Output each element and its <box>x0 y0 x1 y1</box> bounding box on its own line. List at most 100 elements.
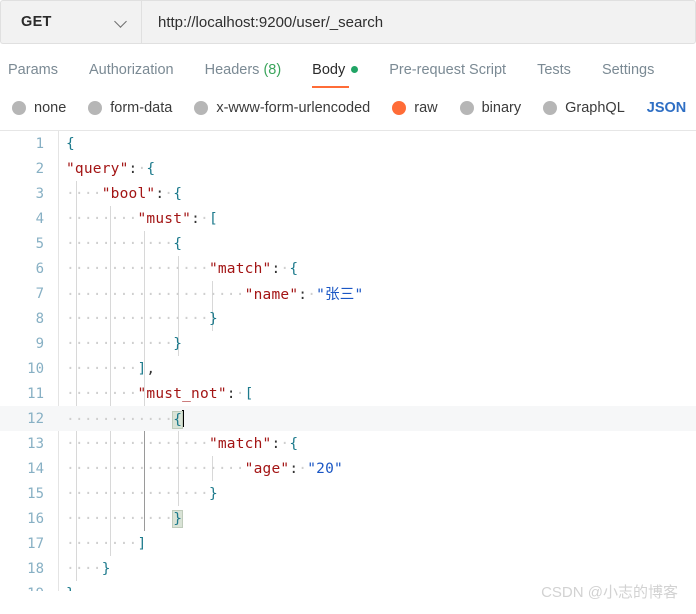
whitespace-dots: ···· <box>101 260 138 277</box>
code-token: · <box>298 460 308 477</box>
line-number: 12 <box>27 410 44 427</box>
whitespace-dots: ···· <box>173 310 209 327</box>
radio-icon <box>392 101 407 115</box>
code-token: · <box>235 385 245 402</box>
tab-body[interactable]: Body <box>312 62 359 88</box>
code-token: } <box>208 485 218 502</box>
tab-settings[interactable]: Settings <box>601 61 655 89</box>
whitespace-dots: ···· <box>66 260 102 277</box>
url-input[interactable]: http://localhost:9200/user/_search <box>141 0 696 44</box>
code-line[interactable]: 15 ················} <box>0 481 696 506</box>
code-token: : <box>226 385 236 402</box>
whitespace-dots: ···· <box>208 460 245 477</box>
code-line-text: ················} <box>48 311 696 327</box>
body-format-dropdown[interactable]: JSON <box>647 100 687 116</box>
whitespace-dots: ···· <box>173 460 209 477</box>
whitespace-dots: ···· <box>101 485 138 502</box>
code-line[interactable]: 11 ········"must_not":·[ <box>0 381 696 406</box>
radio-icon <box>194 101 209 115</box>
tab-label: Tests <box>537 61 571 78</box>
body-type-x-www-form-urlencoded[interactable]: x-www-form-urlencoded <box>194 100 370 116</box>
code-token: { <box>289 260 299 277</box>
whitespace-dots: ···· <box>137 460 174 477</box>
whitespace-dots: ···· <box>173 287 209 303</box>
code-token: { <box>172 410 184 429</box>
code-token: "query" <box>66 160 129 177</box>
http-method-dropdown[interactable]: GET <box>0 0 141 44</box>
body-type-raw[interactable]: raw <box>392 100 438 116</box>
code-line[interactable]: 6 ················"match":·{ <box>0 256 696 281</box>
code-line-text: ············} <box>48 336 696 352</box>
line-number: 15 <box>27 485 44 502</box>
code-line[interactable]: 1{ <box>0 131 696 156</box>
whitespace-dots: ···· <box>137 435 174 452</box>
tab-params[interactable]: Params <box>8 62 58 89</box>
code-line[interactable]: 9 ············} <box>0 331 696 356</box>
tab-headers[interactable]: Headers (8) <box>204 61 282 89</box>
body-type-none[interactable]: none <box>12 100 66 116</box>
tab-label: Authorization <box>88 61 174 78</box>
code-line[interactable]: 5 ············{ <box>0 231 696 256</box>
text-cursor <box>182 409 184 427</box>
code-line[interactable]: 4 ········"must":·[ <box>0 206 696 231</box>
code-token: "张三" <box>316 287 364 303</box>
whitespace-dots: ···· <box>101 510 138 527</box>
code-line[interactable]: 8 ················} <box>0 306 696 331</box>
radio-icon <box>12 101 26 115</box>
code-line[interactable]: 2 "query":·{ <box>0 156 696 181</box>
line-number: 6 <box>35 260 44 277</box>
code-line[interactable]: 14 ····················"age":·"20" <box>0 456 696 481</box>
whitespace-dots: ···· <box>66 335 102 352</box>
whitespace-dots: ···· <box>101 310 138 327</box>
tab-tests[interactable]: Tests <box>537 61 571 89</box>
line-number: 14 <box>27 460 44 477</box>
body-type-binary[interactable]: binary <box>459 100 521 116</box>
line-number: 8 <box>35 310 44 327</box>
body-type-label: GraphQL <box>565 100 625 116</box>
chevron-down-icon <box>115 16 127 28</box>
code-line[interactable]: 10 ········], <box>0 356 696 381</box>
code-line[interactable]: 3 ····"bool":·{ <box>0 181 696 206</box>
whitespace-dots: ···· <box>66 360 102 377</box>
code-line[interactable]: 7 ····················"name":·"张三" <box>0 281 696 306</box>
code-token: "age" <box>244 460 290 477</box>
request-tabs: Params Authorization Headers (8) Body Pre-re… <box>0 44 696 88</box>
code-token: "match" <box>208 435 272 452</box>
whitespace-dots: ···· <box>137 485 174 502</box>
body-type-graphql[interactable]: GraphQL <box>543 100 625 116</box>
code-token: : <box>289 460 299 477</box>
line-number: 4 <box>35 210 44 227</box>
code-token: } <box>101 560 111 577</box>
line-number: 2 <box>35 160 44 177</box>
code-line[interactable]: 12 ············{ <box>0 406 696 431</box>
whitespace-dots: ···· <box>66 435 102 452</box>
body-type-label: x-www-form-urlencoded <box>216 100 371 116</box>
code-token: "bool" <box>101 185 156 202</box>
tab-label: Settings <box>601 61 655 78</box>
tab-pre-request-script[interactable]: Pre-request Script <box>389 62 506 89</box>
code-token: "match" <box>208 260 272 277</box>
body-type-form-data[interactable]: form-data <box>88 100 172 116</box>
whitespace-dots: ···· <box>137 335 174 352</box>
code-token: : <box>298 287 308 303</box>
code-line[interactable]: 18 ····} <box>0 556 696 581</box>
code-token: · <box>164 185 174 202</box>
line-number: 9 <box>35 335 44 352</box>
whitespace-dots: ···· <box>101 535 138 552</box>
body-type-label: raw <box>414 100 438 116</box>
tab-authorization[interactable]: Authorization <box>88 61 174 89</box>
code-line[interactable]: 17 ········] <box>0 531 696 556</box>
request-body-editor[interactable]: 1{2 "query":·{3 ····"bool":·{4 ········"mus… <box>0 131 696 591</box>
code-line[interactable]: 13 ················"match":·{ <box>0 431 696 456</box>
code-token: · <box>307 287 317 303</box>
whitespace-dots: ···· <box>66 411 102 428</box>
tab-label: Headers <box>204 61 260 78</box>
code-token: { <box>146 160 156 177</box>
code-line-text: "query":·{ <box>48 161 696 177</box>
code-token: "20" <box>307 460 343 477</box>
line-number: 5 <box>35 235 44 252</box>
whitespace-dots: ···· <box>66 510 102 527</box>
line-number: 10 <box>27 360 44 377</box>
code-line[interactable]: 16 ············} <box>0 506 696 531</box>
whitespace-dots: ···· <box>137 235 174 252</box>
